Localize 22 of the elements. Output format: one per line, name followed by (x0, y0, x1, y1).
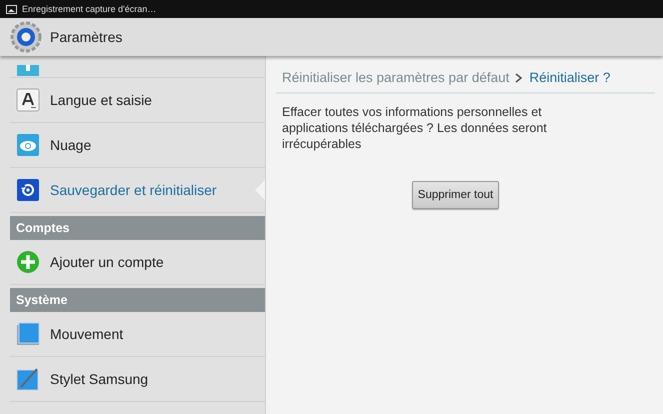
settings-item[interactable]: Nuage (10, 123, 265, 168)
settings-item[interactable]: Ajouter un compte (10, 240, 265, 285)
breadcrumb-item[interactable]: Réinitialiser ? (529, 70, 610, 85)
settings-item[interactable]: Langue et saisie (10, 78, 265, 123)
section-header: Système (10, 288, 265, 312)
plus-icon (16, 250, 40, 274)
settings-item[interactable]: Mouvement (10, 312, 265, 357)
app-title: Paramètres (50, 29, 122, 45)
gear-icon (10, 21, 42, 53)
picture-icon (6, 4, 17, 14)
selection-pointer (255, 180, 265, 200)
restore-icon (16, 178, 40, 202)
settings-item[interactable]: Sauvegarder et réinitialiser (10, 168, 265, 213)
settings-item[interactable]: Stylet Samsung (10, 357, 265, 402)
pen-icon (16, 367, 40, 391)
square-icon (16, 322, 40, 346)
chevron-icon (515, 72, 524, 82)
section-header: Comptes (10, 216, 265, 240)
delete-all-button[interactable]: Supprimer tout (412, 181, 500, 209)
notification-text: Enregistrement capture d'écran… (22, 4, 156, 14)
letter-a-icon (16, 88, 40, 112)
warning-message: Effacer toutes vos informations personnelles et applications téléchargées ? Les données seront irrécupérables (282, 104, 548, 152)
